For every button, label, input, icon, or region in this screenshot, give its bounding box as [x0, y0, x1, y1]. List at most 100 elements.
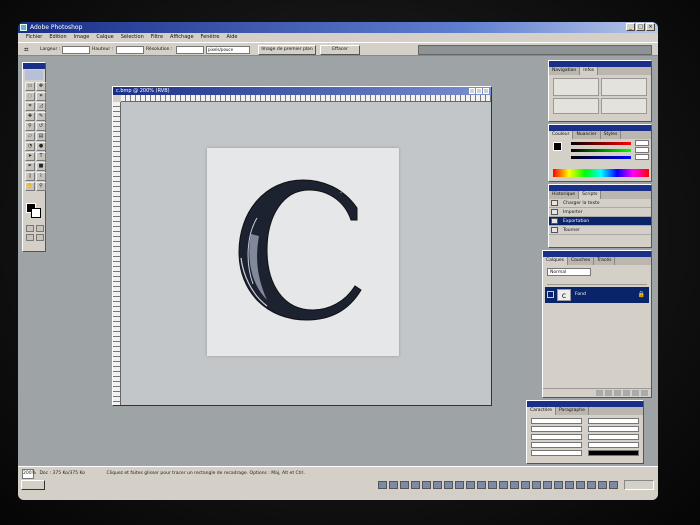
- layer-style-icon[interactable]: [596, 390, 603, 396]
- largeur-field[interactable]: [62, 46, 90, 54]
- history-item-selected[interactable]: Exportation: [549, 217, 651, 226]
- minimize-icon[interactable]: _: [626, 23, 635, 31]
- tab-navigation[interactable]: Navigation: [549, 67, 581, 75]
- notes-tool-icon[interactable]: ▯: [25, 172, 35, 181]
- tracking-field[interactable]: [588, 434, 639, 440]
- menu-fenetre[interactable]: Fenêtre: [201, 33, 220, 42]
- vertical-scale-field[interactable]: [531, 442, 582, 448]
- history-brush-tool-icon[interactable]: ↺: [36, 122, 46, 131]
- type-tool-icon[interactable]: T: [36, 152, 46, 161]
- taskbar-app-icon[interactable]: [422, 481, 431, 489]
- maximize-icon[interactable]: □: [636, 23, 645, 31]
- blue-slider[interactable]: [571, 156, 631, 159]
- taskbar-app-icon[interactable]: [587, 481, 596, 489]
- history-item[interactable]: Importer: [549, 208, 651, 217]
- layer-visibility-icon[interactable]: [547, 291, 554, 298]
- start-button[interactable]: [21, 480, 45, 490]
- slice-tool-icon[interactable]: ◿: [36, 102, 46, 111]
- taskbar-app-icon[interactable]: [499, 481, 508, 489]
- tab-styles[interactable]: Styles: [601, 131, 622, 139]
- taskbar-app-icon[interactable]: [598, 481, 607, 489]
- crop-tool-button-icon[interactable]: ⌗: [25, 102, 35, 111]
- close-icon[interactable]: ×: [646, 23, 655, 31]
- taskbar-app-icon[interactable]: [543, 481, 552, 489]
- text-color-swatch[interactable]: [588, 450, 639, 456]
- canvas-area[interactable]: + C: [121, 102, 491, 405]
- baseline-shift-field[interactable]: [531, 450, 582, 456]
- check-icon[interactable]: [551, 218, 558, 224]
- taskbar-app-icon[interactable]: [521, 481, 530, 489]
- resolution-field[interactable]: [176, 46, 204, 54]
- taskbar-app-icon[interactable]: [510, 481, 519, 489]
- color-fg-swatch[interactable]: [553, 142, 562, 151]
- layer-set-icon[interactable]: [614, 390, 621, 396]
- menu-affichage[interactable]: Affichage: [170, 33, 194, 42]
- menu-filtre[interactable]: Filtre: [151, 33, 163, 42]
- move-tool-icon[interactable]: ✥: [36, 82, 46, 91]
- history-item[interactable]: Tourner: [549, 226, 651, 235]
- horizontal-scale-field[interactable]: [588, 442, 639, 448]
- tab-scripts[interactable]: Scripts: [579, 191, 602, 199]
- tab-infos[interactable]: Infos: [580, 67, 599, 75]
- stamp-tool-icon[interactable]: ⚲: [25, 122, 35, 131]
- history-item[interactable]: Charger la texte: [549, 199, 651, 208]
- taskbar-app-icon[interactable]: [576, 481, 585, 489]
- tab-nuancier[interactable]: Nuancier: [573, 131, 601, 139]
- lasso-tool-icon[interactable]: ◌: [25, 92, 35, 101]
- eraser-tool-icon[interactable]: ▱: [25, 132, 35, 141]
- adobe-feather-icon[interactable]: [25, 70, 43, 80]
- taskbar-app-icon[interactable]: [466, 481, 475, 489]
- standard-mode-icon[interactable]: [26, 225, 34, 232]
- font-style-select[interactable]: [588, 418, 639, 424]
- system-clock[interactable]: [624, 480, 654, 490]
- taskbar-app-icon[interactable]: [411, 481, 420, 489]
- taskbar-app-icon[interactable]: [444, 481, 453, 489]
- color-spectrum-bar[interactable]: [553, 169, 649, 177]
- red-slider[interactable]: [571, 142, 631, 145]
- layer-row-fond[interactable]: c Fond 🔒: [545, 287, 649, 303]
- taskbar-app-icon[interactable]: [565, 481, 574, 489]
- tab-calques[interactable]: Calques: [543, 257, 568, 265]
- taskbar-app-icon[interactable]: [455, 481, 464, 489]
- blue-value-field[interactable]: [635, 154, 649, 160]
- doc-close-icon[interactable]: [483, 88, 489, 94]
- menu-image[interactable]: Image: [74, 33, 90, 42]
- tab-traces[interactable]: Tracés: [594, 257, 616, 265]
- tab-couleur[interactable]: Couleur: [549, 131, 574, 139]
- tab-paragraphe[interactable]: Paragraphe: [556, 407, 589, 415]
- green-value-field[interactable]: [635, 147, 649, 153]
- brush-tool-icon[interactable]: ✎: [36, 112, 46, 121]
- marquee-tool-icon[interactable]: ▭: [25, 82, 35, 91]
- font-family-select[interactable]: [531, 418, 582, 424]
- crop-tool-icon[interactable]: ⌗: [24, 45, 34, 55]
- clear-button[interactable]: Effacer: [320, 45, 360, 55]
- tab-historique[interactable]: Historique: [549, 191, 580, 199]
- taskbar-app-icon[interactable]: [389, 481, 398, 489]
- taskbar-app-icon[interactable]: [554, 481, 563, 489]
- check-icon[interactable]: [551, 209, 558, 215]
- menu-fichier[interactable]: Fichier: [26, 33, 42, 42]
- blur-tool-icon[interactable]: ◔: [25, 142, 35, 151]
- image-canvas[interactable]: + C: [207, 148, 399, 356]
- shape-tool-icon[interactable]: ■: [36, 162, 46, 171]
- doc-info[interactable]: Doc : 375 Ko/375 Ko: [39, 471, 85, 476]
- kerning-field[interactable]: [531, 434, 582, 440]
- leading-field[interactable]: [588, 426, 639, 432]
- taskbar-app-icon[interactable]: [477, 481, 486, 489]
- adjustment-layer-icon[interactable]: [623, 390, 630, 396]
- quick-mask-icon[interactable]: [36, 225, 44, 232]
- tab-caractere[interactable]: Caractère: [527, 407, 557, 415]
- unit-select[interactable]: pixels/pouce: [206, 46, 250, 54]
- trash-icon[interactable]: [641, 390, 648, 396]
- magic-wand-tool-icon[interactable]: ✶: [36, 92, 46, 101]
- eyedropper-tool-icon[interactable]: ⌇: [36, 172, 46, 181]
- zoom-field[interactable]: 200%: [22, 469, 36, 479]
- hand-tool-icon[interactable]: ✋: [25, 182, 35, 191]
- menu-aide[interactable]: Aide: [226, 33, 237, 42]
- menu-edition[interactable]: Edition: [49, 33, 66, 42]
- screen-mode-icon[interactable]: [26, 234, 34, 241]
- layer-mask-icon[interactable]: [605, 390, 612, 396]
- healing-brush-tool-icon[interactable]: ✚: [25, 112, 35, 121]
- new-layer-icon[interactable]: [632, 390, 639, 396]
- background-color-swatch[interactable]: [31, 208, 41, 218]
